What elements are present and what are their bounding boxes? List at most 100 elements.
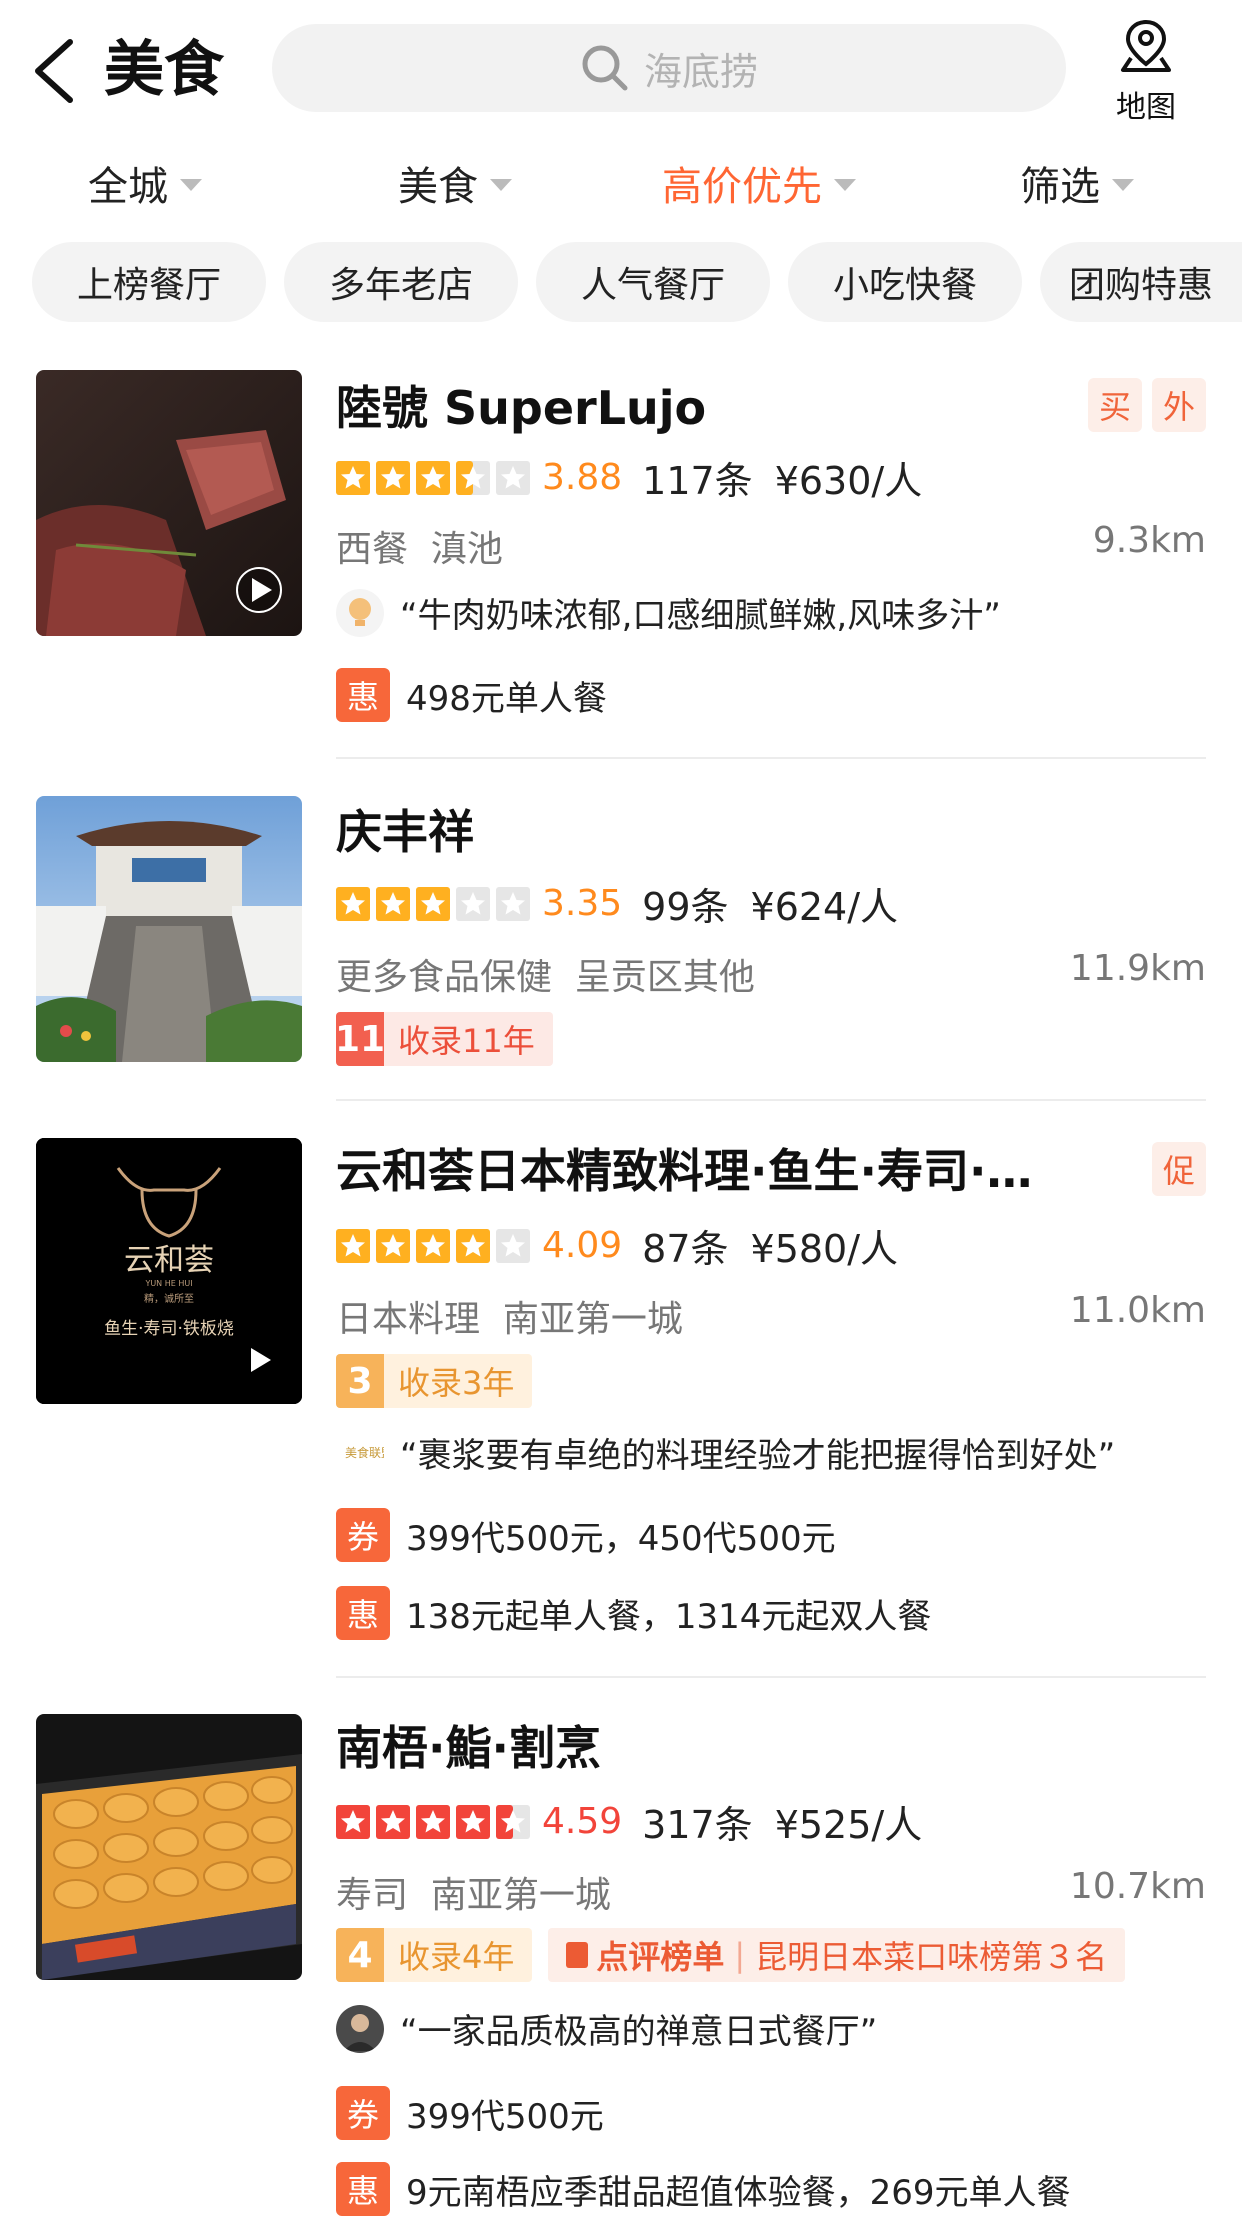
- star-icon: [456, 886, 490, 921]
- category: 寿司: [336, 1875, 409, 1916]
- restaurant-photo[interactable]: [36, 1714, 302, 1980]
- restaurant-name[interactable]: 庆丰祥: [336, 796, 474, 862]
- logo-photo: 云和荟 YUN HE HUI 精，诚所至 鱼生·寿司·铁板烧: [36, 1138, 302, 1404]
- avg-price: ¥580/人: [750, 1227, 899, 1271]
- check-flag-icon: [566, 1942, 589, 1968]
- dropdown-arrow-icon: [834, 179, 856, 191]
- restaurant-photo[interactable]: [36, 370, 302, 636]
- area: 滇池: [430, 529, 503, 570]
- map-label: 地图: [1116, 90, 1176, 125]
- years-number: 4: [336, 1928, 384, 1982]
- deal-text[interactable]: 138元起单人餐，1314元起双人餐: [406, 1589, 931, 1638]
- dropdown-arrow-icon: [490, 179, 512, 191]
- star-icon: [376, 1804, 410, 1839]
- steak-photo: [36, 370, 302, 636]
- filter-category-label: 美食: [398, 164, 478, 210]
- logo-menu-text: 鱼生·寿司·铁板烧: [104, 1319, 234, 1339]
- years-text: 收录3年: [384, 1354, 533, 1408]
- divider: [336, 1099, 1206, 1101]
- ranking-badge[interactable]: 点评榜单 | 昆明日本菜口味榜第３名: [548, 1928, 1126, 1982]
- rating-score: 3.88: [542, 457, 623, 498]
- area: 呈贡区其他: [574, 957, 755, 998]
- coupon-text[interactable]: 399代500元，450代500元: [406, 1511, 836, 1560]
- filter-more[interactable]: 筛选: [1020, 150, 1134, 216]
- building-photo: [36, 796, 302, 1062]
- review-count: 99条: [642, 885, 729, 929]
- chip-group-deal[interactable]: 团购特惠: [1040, 242, 1242, 322]
- rating-score: 4.09: [542, 1225, 623, 1266]
- star-icon: [416, 886, 450, 921]
- map-button[interactable]: 地图: [1106, 18, 1186, 126]
- filter-category[interactable]: 美食: [398, 150, 512, 216]
- rating-score: 3.35: [542, 883, 623, 924]
- chip-snack[interactable]: 小吃快餐: [788, 242, 1022, 322]
- avg-price: ¥624/人: [750, 885, 899, 929]
- logo-slogan-text: 精，诚所至: [144, 1292, 194, 1305]
- rating-stars: [336, 1228, 536, 1263]
- deal-text[interactable]: 498元单人餐: [406, 671, 607, 720]
- star-icon: [336, 460, 370, 495]
- deal-tag: 惠: [336, 668, 390, 722]
- review-quote: “一家品质极高的禅意日式餐厅”: [400, 2012, 878, 2052]
- search-icon: [582, 45, 628, 91]
- distance: 10.7km: [1069, 1866, 1206, 1907]
- star-icon: [376, 886, 410, 921]
- map-pin-icon: [1121, 19, 1171, 72]
- avg-price: ¥630/人: [774, 459, 923, 503]
- divider: [336, 1676, 1206, 1678]
- coupon-text[interactable]: 399代500元: [406, 2089, 604, 2138]
- logo-sub-text: YUN HE HUI: [144, 1279, 192, 1288]
- avg-price: ¥525/人: [774, 1803, 923, 1847]
- rating-stars: [336, 460, 536, 495]
- star-icon: [376, 1228, 410, 1263]
- star-icon: [456, 1228, 490, 1263]
- star-icon: [376, 460, 410, 495]
- rating-score: 4.59: [542, 1801, 623, 1842]
- ranking-label: 点评榜单: [596, 1938, 725, 1976]
- search-placeholder: 海底捞: [643, 49, 758, 94]
- star-icon: [336, 1804, 370, 1839]
- restaurant-name[interactable]: 陸號 SuperLujo: [336, 372, 706, 438]
- category: 西餐: [336, 529, 409, 570]
- food-alliance-icon: 美食联盟: [336, 1428, 384, 1477]
- restaurant-name[interactable]: 云和荟日本精致料理·鱼生·寿司·…: [336, 1135, 1032, 1201]
- ranking-separator: |: [734, 1936, 746, 1974]
- area: 南亚第一城: [430, 1875, 611, 1916]
- years-number: 3: [336, 1354, 384, 1408]
- review-count: 87条: [642, 1227, 729, 1271]
- lightbulb-icon: [336, 588, 384, 637]
- logo-brand-text: 云和荟: [124, 1243, 214, 1278]
- star-icon: [416, 1228, 450, 1263]
- badge-delivery: 外: [1152, 378, 1206, 432]
- star-icon: [456, 460, 490, 495]
- restaurant-photo[interactable]: 云和荟 YUN HE HUI 精，诚所至 鱼生·寿司·铁板烧: [36, 1138, 302, 1404]
- back-button[interactable]: [30, 38, 90, 104]
- search-bar[interactable]: 海底捞: [272, 24, 1066, 112]
- filter-city-label: 全城: [88, 164, 168, 210]
- star-icon: [496, 886, 530, 921]
- chip-ranked[interactable]: 上榜餐厅: [32, 242, 266, 322]
- back-arrow-icon: [35, 39, 73, 103]
- distance: 11.9km: [1069, 948, 1206, 989]
- chip-old-shop[interactable]: 多年老店: [284, 242, 518, 322]
- review-quote: “牛肉奶味浓郁,口感细腻鲜嫩,风味多汁”: [400, 596, 1001, 636]
- filter-city[interactable]: 全城: [88, 150, 202, 216]
- badge-promo: 促: [1152, 1142, 1206, 1196]
- star-icon: [496, 460, 530, 495]
- chip-popular[interactable]: 人气餐厅: [536, 242, 770, 322]
- restaurant-name[interactable]: 南梧·鮨·割烹: [336, 1712, 601, 1778]
- filter-sort[interactable]: 高价优先: [662, 150, 856, 216]
- years-text: 收录4年: [384, 1928, 533, 1982]
- ranking-text: 昆明日本菜口味榜第３名: [755, 1938, 1108, 1976]
- deal-text[interactable]: 9元南梧应季甜品超值体验餐，269元单人餐: [406, 2165, 1071, 2214]
- restaurant-photo[interactable]: [36, 796, 302, 1062]
- star-icon: [496, 1804, 530, 1839]
- area: 南亚第一城: [502, 1299, 683, 1340]
- dropdown-arrow-icon: [1112, 179, 1134, 191]
- rating-stars: [336, 1804, 536, 1839]
- filter-sort-label: 高价优先: [662, 164, 822, 210]
- years-listed-badge: 11 收录11年: [336, 1012, 553, 1066]
- uni-box-photo: [36, 1714, 302, 1980]
- avatar: [336, 2004, 384, 2053]
- years-text: 收录11年: [384, 1012, 553, 1066]
